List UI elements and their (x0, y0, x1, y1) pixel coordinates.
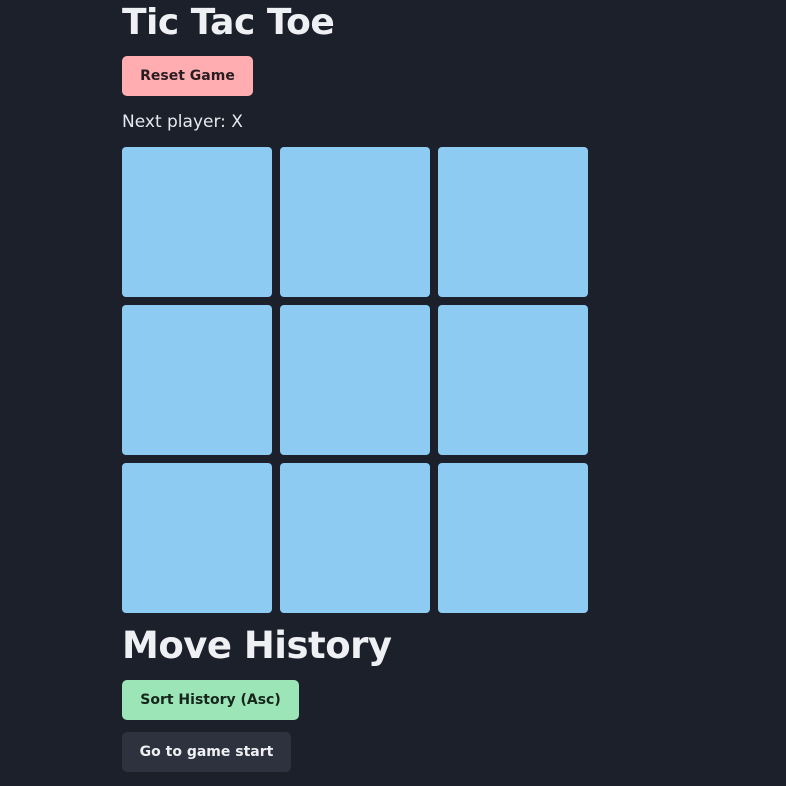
board-square-1[interactable] (280, 147, 430, 297)
board-square-6[interactable] (122, 463, 272, 613)
move-history-title: Move History (122, 624, 392, 667)
board-square-7[interactable] (280, 463, 430, 613)
board-square-5[interactable] (438, 305, 588, 455)
page-title: Tic Tac Toe (122, 2, 335, 43)
sort-history-button[interactable]: Sort History (Asc) (122, 680, 299, 720)
board-square-0[interactable] (122, 147, 272, 297)
board-square-2[interactable] (438, 147, 588, 297)
move-history-list: Go to game start (122, 732, 291, 772)
reset-game-button[interactable]: Reset Game (122, 56, 253, 96)
game-board (122, 147, 588, 613)
board-square-8[interactable] (438, 463, 588, 613)
board-square-3[interactable] (122, 305, 272, 455)
list-item: Go to game start (122, 732, 291, 772)
status-text: Next player: X (122, 112, 243, 132)
go-to-game-start-button[interactable]: Go to game start (122, 732, 291, 772)
board-square-4[interactable] (280, 305, 430, 455)
